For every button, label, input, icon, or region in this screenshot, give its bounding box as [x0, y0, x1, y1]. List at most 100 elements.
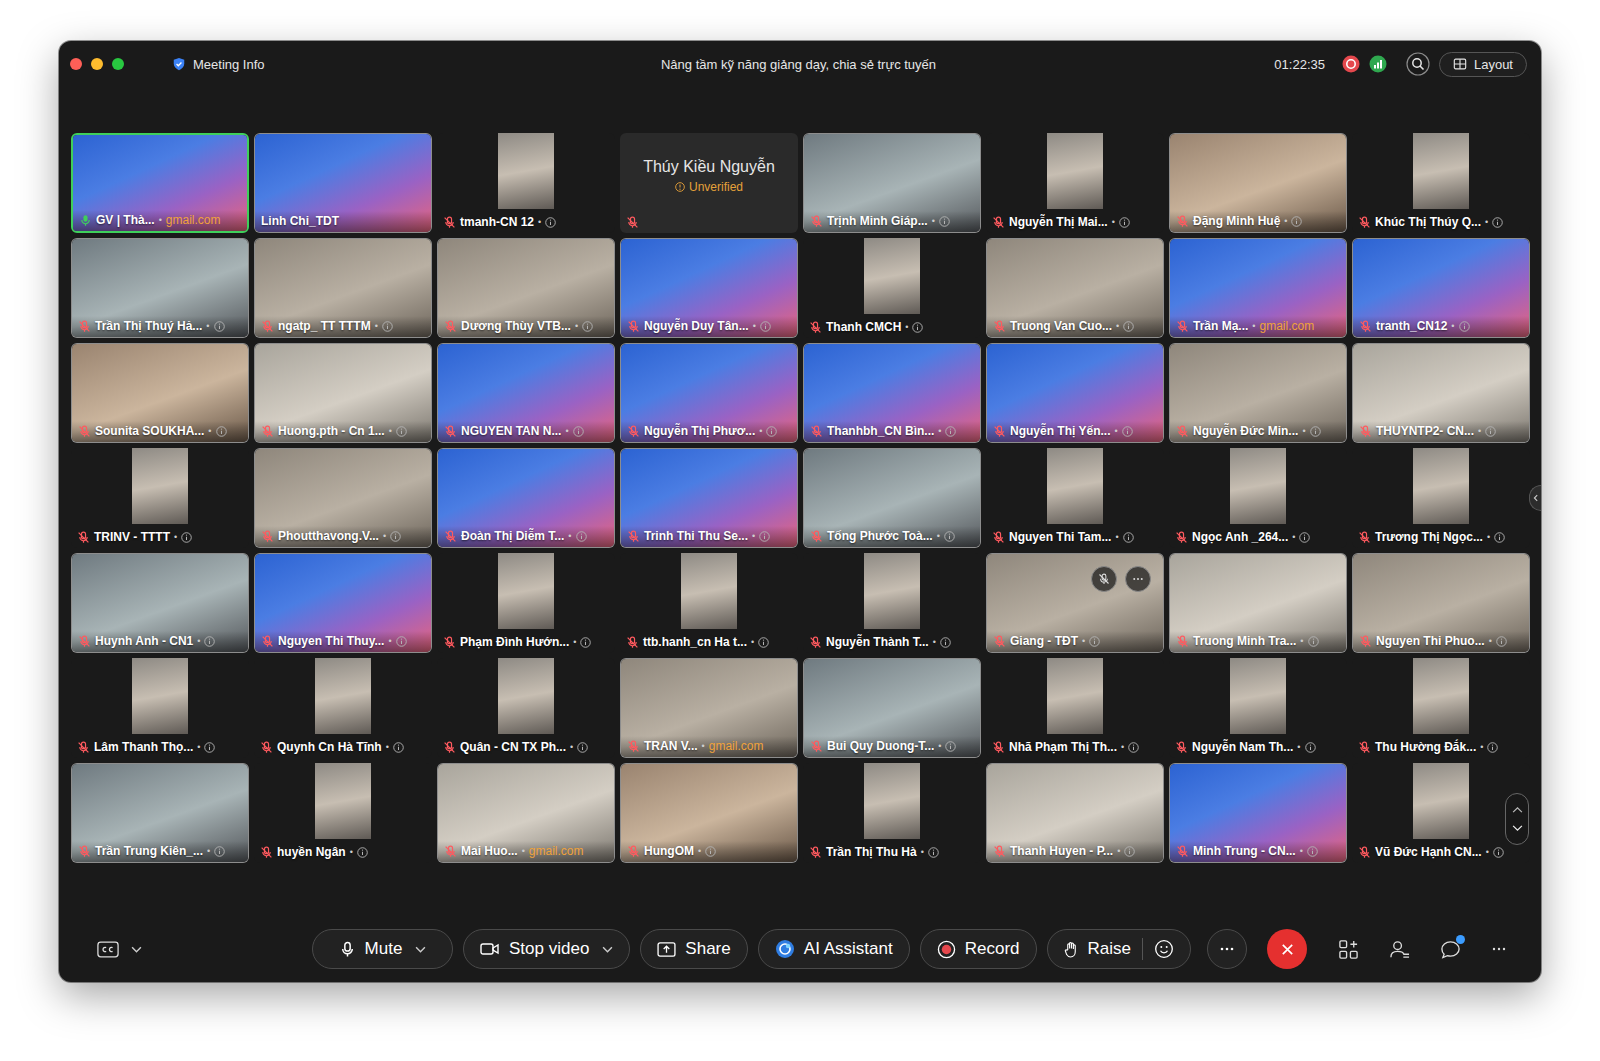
participant-tile[interactable]: Linh Chi_TDT — [254, 133, 432, 233]
info-icon[interactable] — [1492, 217, 1503, 228]
participant-tile[interactable]: Trần Mạ...•gmail.com — [1169, 238, 1347, 338]
participant-tile[interactable]: Nguyễn Đức Min...• — [1169, 343, 1347, 443]
info-icon[interactable] — [181, 532, 192, 543]
participant-tile[interactable]: TRINV - TTTT• — [71, 448, 249, 548]
network-stats-icon[interactable] — [1369, 55, 1387, 73]
participant-tile[interactable]: Nguyen Thi Phuo...• — [1352, 553, 1530, 653]
participant-tile[interactable]: Đoàn Thị Diễm T...• — [437, 448, 615, 548]
participant-tile[interactable]: Trần Thị Thu Hà• — [803, 763, 981, 863]
info-icon[interactable] — [390, 531, 401, 542]
participant-tile[interactable]: TRAN V...•gmail.com — [620, 658, 798, 758]
participant-tile[interactable]: Nguyễn Duy Tân...• — [620, 238, 798, 338]
info-icon[interactable] — [912, 322, 923, 333]
info-icon[interactable] — [1124, 846, 1135, 857]
participant-tile[interactable]: HungOM• — [620, 763, 798, 863]
more-options-button[interactable] — [1207, 929, 1247, 969]
info-icon[interactable] — [1496, 636, 1507, 647]
info-icon[interactable] — [1459, 321, 1470, 332]
info-icon[interactable] — [1310, 426, 1321, 437]
info-icon[interactable] — [1123, 532, 1134, 543]
layout-button[interactable]: Layout — [1439, 52, 1527, 77]
info-icon[interactable] — [1305, 742, 1316, 753]
side-panel-handle[interactable] — [1529, 485, 1541, 511]
participant-tile[interactable]: Nguyễn Thị Mai...• — [986, 133, 1164, 233]
chevron-down-icon[interactable] — [1512, 825, 1523, 832]
video-button[interactable]: Stop video — [463, 929, 630, 969]
info-icon[interactable] — [216, 426, 227, 437]
info-icon[interactable] — [1089, 636, 1100, 647]
chevron-up-icon[interactable] — [1512, 806, 1523, 813]
participant-tile[interactable]: Trần Trung Kiên_...• — [71, 763, 249, 863]
participant-tile[interactable]: Mai Huo...•gmail.com — [437, 763, 615, 863]
info-icon[interactable] — [204, 742, 215, 753]
participants-icon[interactable] — [1389, 939, 1410, 960]
zoom-view-button[interactable] — [1406, 52, 1430, 76]
participant-tile[interactable]: ttb.hanh_cn Ha t...• — [620, 553, 798, 653]
mute-button[interactable]: Mute — [312, 929, 453, 969]
participant-tile[interactable]: Sounita SOUKHA...• — [71, 343, 249, 443]
participant-tile[interactable]: Nguyễn Nam Th...• — [1169, 658, 1347, 758]
participant-tile[interactable]: huyền Ngân• — [254, 763, 432, 863]
captions-menu-icon[interactable] — [131, 946, 142, 953]
zoom-button[interactable] — [112, 58, 124, 70]
ai-button[interactable]: AI Assistant — [758, 929, 910, 969]
more-menu-icon[interactable] — [1491, 941, 1507, 957]
participant-tile[interactable]: Minh Trung - CN...• — [1169, 763, 1347, 863]
info-icon[interactable] — [396, 636, 407, 647]
participant-tile[interactable]: Nguyễn Thành T...• — [803, 553, 981, 653]
record-button[interactable]: Record — [920, 929, 1037, 969]
participant-tile[interactable]: Thanh Huyen - P...• — [986, 763, 1164, 863]
info-icon[interactable] — [1308, 636, 1319, 647]
participant-tile[interactable]: Truong Van Cuo...• — [986, 238, 1164, 338]
page-scroller[interactable] — [1505, 793, 1529, 845]
info-icon[interactable] — [1128, 742, 1139, 753]
info-icon[interactable] — [577, 742, 588, 753]
participant-tile[interactable]: GV | Thà...•gmail.com — [71, 133, 249, 233]
participant-tile[interactable]: Nguyễn Thị Yến...• — [986, 343, 1164, 443]
info-icon[interactable] — [1307, 846, 1318, 857]
participant-tile[interactable]: Quân - CN TX Ph...• — [437, 658, 615, 758]
info-icon[interactable] — [1291, 216, 1302, 227]
participant-tile[interactable]: Tống Phước Toà...• — [803, 448, 981, 548]
dropdown-chevron-icon[interactable] — [415, 946, 426, 953]
participant-tile[interactable]: Giang - TĐT• — [986, 553, 1164, 653]
raise-button[interactable]: Raise — [1047, 929, 1191, 969]
participant-tile[interactable]: Đặng Minh Huệ• — [1169, 133, 1347, 233]
dropdown-chevron-icon[interactable] — [602, 946, 613, 953]
participant-tile[interactable]: Nguyen Thi Thuy...• — [254, 553, 432, 653]
info-icon[interactable] — [1299, 532, 1310, 543]
participant-tile[interactable]: Vũ Đức Hạnh CN...• — [1352, 763, 1530, 863]
info-icon[interactable] — [1122, 426, 1133, 437]
participant-tile[interactable]: Huong.pth - Cn 1...• — [254, 343, 432, 443]
participant-tile[interactable]: ngatp_ TT TTTM• — [254, 238, 432, 338]
info-icon[interactable] — [766, 426, 777, 437]
participant-tile[interactable]: Bui Quy Duong-T...• — [803, 658, 981, 758]
info-icon[interactable] — [945, 426, 956, 437]
participant-tile[interactable]: Nguyen Thi Tam...• — [986, 448, 1164, 548]
info-icon[interactable] — [758, 637, 769, 648]
participant-tile[interactable]: Huynh Anh - CN1• — [71, 553, 249, 653]
minimize-button[interactable] — [91, 58, 103, 70]
participant-tile[interactable]: Trịnh Minh Giáp...• — [803, 133, 981, 233]
captions-icon[interactable] — [97, 941, 119, 958]
info-icon[interactable] — [396, 426, 407, 437]
participant-tile[interactable]: Trần Thị Thuý Hả...• — [71, 238, 249, 338]
meeting-info-button[interactable]: Meeting Info — [172, 55, 265, 74]
participant-tile[interactable]: Phạm Đình Hướn...• — [437, 553, 615, 653]
info-icon[interactable] — [393, 742, 404, 753]
participant-tile[interactable]: Thu Hường Đắk...• — [1352, 658, 1530, 758]
participant-tile[interactable]: tmanh-CN 12• — [437, 133, 615, 233]
info-icon[interactable] — [545, 217, 556, 228]
info-icon[interactable] — [576, 531, 587, 542]
info-icon[interactable] — [214, 846, 225, 857]
participant-tile[interactable]: THUYNTP2- CN...• — [1352, 343, 1530, 443]
apps-icon[interactable] — [1338, 939, 1359, 960]
leave-meeting-button[interactable] — [1267, 929, 1307, 969]
info-icon[interactable] — [582, 321, 593, 332]
participant-tile[interactable]: Nguyễn Thị Phươ...• — [620, 343, 798, 443]
info-icon[interactable] — [580, 637, 591, 648]
info-icon[interactable] — [928, 847, 939, 858]
info-icon[interactable] — [214, 321, 225, 332]
info-icon[interactable] — [1494, 532, 1505, 543]
info-icon[interactable] — [944, 531, 955, 542]
